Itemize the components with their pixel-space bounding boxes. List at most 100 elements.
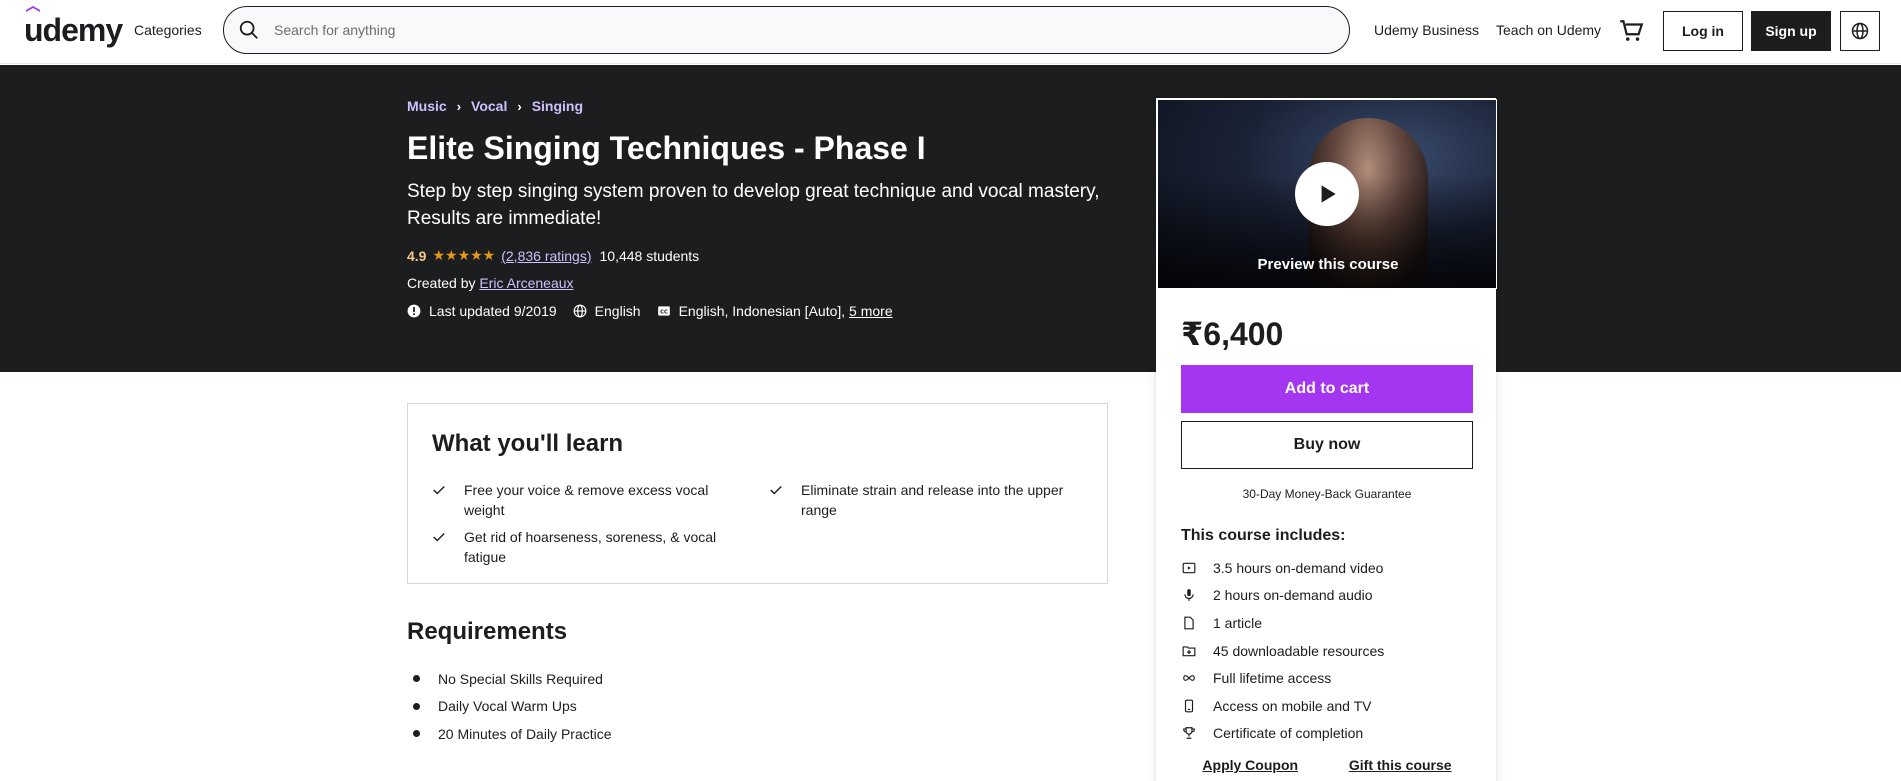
breadcrumb-vocal[interactable]: Vocal (471, 98, 507, 114)
signup-button[interactable]: Sign up (1751, 11, 1831, 51)
udemy-business-link[interactable]: Udemy Business (1374, 22, 1479, 38)
bullet-icon (413, 730, 420, 738)
requirements-list: No Special Skills Required Daily Vocal W… (413, 665, 612, 748)
instructor-link[interactable]: Eric Arceneaux (479, 275, 573, 291)
search-icon[interactable] (238, 19, 260, 41)
gift-course-button[interactable]: Gift this course (1349, 757, 1452, 773)
add-to-cart-button[interactable]: Add to cart (1181, 365, 1473, 413)
bullet-icon (413, 702, 420, 710)
categories-link[interactable]: Categories (134, 22, 202, 38)
top-navbar: udemy Categories Udemy Business Teach on… (0, 0, 1901, 64)
card-links: Apply Coupon Gift this course (1157, 757, 1497, 773)
list-item: 20 Minutes of Daily Practice (413, 720, 612, 748)
chevron-right-icon: › (517, 98, 522, 114)
alert-badge-icon (407, 304, 421, 318)
udemy-logo[interactable]: udemy (24, 6, 123, 49)
include-label: Full lifetime access (1213, 670, 1332, 687)
language-button[interactable] (1840, 11, 1880, 51)
requirement-text: 20 Minutes of Daily Practice (438, 725, 612, 742)
learn-item-text: Eliminate strain and release into the up… (801, 482, 1064, 518)
includes-list: 3.5 hours on-demand video 2 hours on-dem… (1181, 554, 1384, 747)
include-label: 3.5 hours on-demand video (1213, 559, 1384, 576)
file-icon (1181, 615, 1197, 631)
buy-now-button[interactable]: Buy now (1181, 421, 1473, 469)
list-item: Full lifetime access (1181, 664, 1384, 692)
svg-text:CC: CC (660, 309, 668, 315)
include-label: 1 article (1213, 614, 1263, 631)
rating-row: 4.9 ★★★★★ (2,836 ratings) 10,448 student… (407, 247, 699, 264)
list-item: Daily Vocal Warm Ups (413, 693, 612, 721)
captions: CC English, Indonesian [Auto], 5 more (657, 303, 893, 319)
play-button[interactable] (1295, 162, 1359, 226)
what-youll-learn: What you'll learn Free your voice & remo… (407, 403, 1108, 584)
last-updated: Last updated 9/2019 (407, 303, 557, 319)
cart-icon[interactable] (1618, 18, 1644, 44)
trophy-icon (1181, 725, 1197, 741)
requirement-text: No Special Skills Required (438, 670, 603, 687)
check-icon (769, 480, 785, 520)
include-label: 2 hours on-demand audio (1213, 587, 1373, 604)
include-label: Certificate of completion (1213, 725, 1364, 742)
course-subtitle: Step by step singing system proven to de… (407, 181, 1100, 229)
closed-captions-icon: CC (657, 306, 670, 316)
ratings-count-link[interactable]: (2,836 ratings) (501, 248, 591, 264)
include-label: 45 downloadable resources (1213, 642, 1385, 659)
search-bar[interactable] (223, 6, 1350, 54)
list-item: Eliminate strain and release into the up… (769, 480, 1079, 520)
play-icon (1321, 185, 1336, 203)
students-count: 10,448 students (599, 247, 700, 264)
language: English (573, 303, 641, 319)
list-item: Free your voice & remove excess vocal we… (432, 480, 722, 520)
breadcrumb-singing[interactable]: Singing (532, 98, 583, 114)
logo-text: udemy (24, 12, 123, 48)
star-rating-icon: ★★★★★ (432, 247, 496, 263)
chevron-right-icon: › (456, 98, 462, 114)
login-button[interactable]: Log in (1663, 11, 1743, 51)
infinity-icon (1181, 670, 1197, 686)
course-price: ₹6,400 (1181, 316, 1284, 352)
globe-icon (573, 304, 587, 318)
requirements-title: Requirements (407, 618, 568, 645)
captions-text: English, Indonesian [Auto], (678, 303, 846, 319)
list-item: 3.5 hours on-demand video (1181, 554, 1384, 582)
learn-item-text: Free your voice & remove excess vocal we… (464, 482, 709, 518)
preview-label[interactable]: Preview this course (1158, 256, 1496, 273)
requirement-text: Daily Vocal Warm Ups (438, 698, 577, 715)
mobile-icon (1181, 698, 1197, 714)
breadcrumb: Music › Vocal › Singing (407, 98, 583, 114)
breadcrumb-music[interactable]: Music (407, 98, 447, 114)
course-preview[interactable]: Preview this course (1157, 99, 1497, 289)
created-by: Created by Eric Arceneaux (407, 275, 574, 291)
course-meta: Last updated 9/2019 English CC English, … (407, 303, 909, 319)
teach-on-udemy-link[interactable]: Teach on Udemy (1496, 22, 1601, 38)
created-by-label: Created by (407, 275, 476, 291)
microphone-icon (1181, 587, 1197, 603)
list-item: 2 hours on-demand audio (1181, 582, 1384, 610)
folder-download-icon (1181, 643, 1197, 659)
learn-title: What you'll learn (432, 430, 624, 457)
course-title: Elite Singing Techniques - Phase I (407, 130, 926, 166)
list-item: Certificate of completion (1181, 720, 1384, 748)
check-icon (432, 527, 448, 567)
globe-icon (1851, 22, 1869, 40)
purchase-card: Preview this course ₹6,400 Add to cart B… (1156, 98, 1497, 781)
includes-title: This course includes: (1181, 527, 1346, 544)
more-captions-link[interactable]: 5 more (849, 303, 893, 319)
video-icon (1181, 560, 1197, 576)
logo-hat-icon (26, 6, 40, 12)
list-item: No Special Skills Required (413, 665, 612, 693)
search-input[interactable] (274, 19, 1334, 41)
list-item: Get rid of hoarseness, soreness, & vocal… (432, 527, 722, 567)
include-label: Access on mobile and TV (1213, 697, 1372, 714)
last-updated-text: Last updated 9/2019 (429, 303, 557, 319)
list-item: 45 downloadable resources (1181, 637, 1384, 665)
bullet-icon (413, 675, 420, 683)
check-icon (432, 480, 448, 520)
language-text: English (594, 303, 641, 319)
list-item: Access on mobile and TV (1181, 692, 1384, 720)
learn-item-text: Get rid of hoarseness, soreness, & vocal… (464, 529, 717, 565)
rating-value: 4.9 (407, 247, 427, 264)
apply-coupon-button[interactable]: Apply Coupon (1202, 757, 1298, 773)
list-item: 1 article (1181, 609, 1384, 637)
money-back-guarantee: 30-Day Money-Back Guarantee (1242, 487, 1412, 501)
